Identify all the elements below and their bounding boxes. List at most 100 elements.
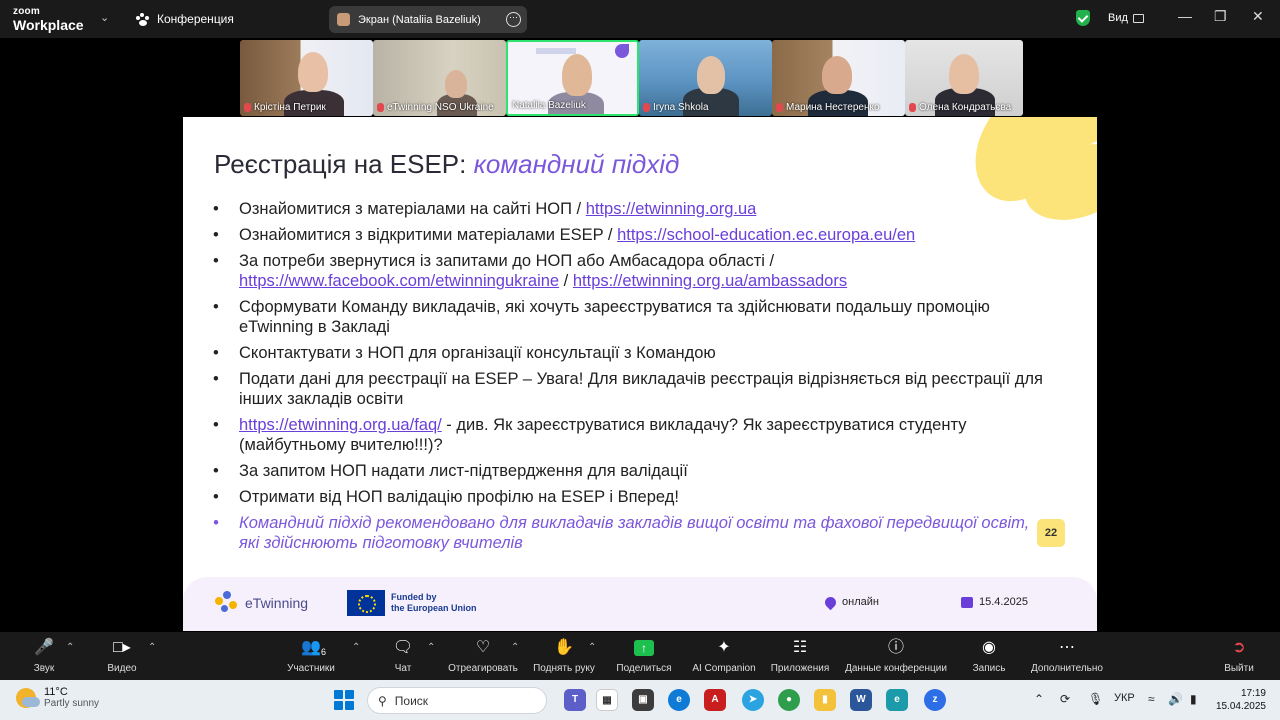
word-icon[interactable]: W [850,689,872,711]
chrome-icon[interactable]: ● [778,689,800,711]
react-button[interactable]: ♡ Отреагировать [446,638,520,674]
chevron-down-icon[interactable]: ⌄ [100,11,109,24]
edge-icon[interactable]: e [668,689,690,711]
audio-button[interactable]: 🎤 Звук [30,638,58,674]
participants-button[interactable]: 👥 6 Участники [284,638,338,674]
partly-sunny-icon [16,687,40,708]
apps-icon: ☷ [792,639,808,656]
shield-icon[interactable] [1076,10,1090,26]
record-button[interactable]: ◉ Запись [970,638,1008,674]
chevron-up-icon[interactable]: ⌃ [588,642,596,653]
chevron-up-icon[interactable]: ⌃ [352,642,360,653]
video-tile-active[interactable]: Nataliia Bazeliuk [506,40,639,116]
language-indicator[interactable]: УКР [1114,692,1135,704]
volume-icon[interactable]: 🔊 [1168,692,1183,706]
link[interactable]: https://etwinning.org.ua [586,200,757,218]
task-view-icon[interactable]: ▦ [596,689,618,711]
ai-label: AI Companion [692,663,756,674]
mic-muted-icon: 🎤 [34,639,54,656]
taskbar-search[interactable]: ⚲ Поиск [367,687,547,714]
meeting-menu[interactable]: Конференция [136,12,234,26]
link[interactable]: https://school-education.ec.europa.eu/en [617,226,915,244]
slide-title-accent: командний підхід [473,149,680,179]
bullet-list: Ознайомитися з матеріалами на сайті НОП … [213,199,1043,559]
zoom-app-icon[interactable]: z [924,689,946,711]
video-tile[interactable]: Iryna Shkola [639,40,772,116]
telegram-icon[interactable]: ➤ [742,689,764,711]
date: 15.04.2025 [1215,701,1266,712]
more-button[interactable]: ⋯ Дополнительно [1028,638,1106,674]
link[interactable]: https://www.facebook.com/etwinningukrain… [239,272,559,290]
audio-label: Звук [33,663,55,674]
share-button[interactable]: ↑ Поделиться [614,638,674,674]
link[interactable]: https://etwinning.org.ua/ambassadors [573,272,847,290]
list-item: Отримати від НОП валідацію профілю на ES… [213,487,1043,507]
close-icon[interactable]: ✕ [1252,8,1264,25]
screen-share-indicator[interactable]: Экран (Nataliia Bazeliuk) ··· [329,6,527,33]
record-icon: ◉ [982,639,996,656]
meeting-toolbar: 🎤 Звук ⌃ □▸ Видео ⌃ 👥 6 Участники ⌃ 🗨 Чат… [0,632,1280,680]
list-item: Ознайомитися з матеріалами на сайті НОП … [213,199,1043,219]
weather-widget[interactable]: 11°C Partly sunny [16,686,99,709]
wifi-icon[interactable]: ≈ [1148,692,1155,706]
battery-icon[interactable]: ▮ [1190,692,1197,706]
etwinning-logo: eTwinning [213,589,308,617]
video-button[interactable]: □▸ Видео [104,638,140,674]
raise-hand-label: Поднять руку [533,663,595,674]
video-tile[interactable]: Марина Нестеренко [772,40,905,116]
sync-icon[interactable]: ⟳ [1060,692,1070,706]
react-label: Отреагировать [448,663,518,674]
folder-icon[interactable]: ▮ [814,689,836,711]
temperature: 11°C [44,686,68,698]
zoom-window: zoom Workplace ⌄ Конференция Экран (Nata… [0,0,1280,720]
sparkle-icon: ✦ [717,639,731,656]
apps-button[interactable]: ☷ Приложения [768,638,832,674]
minimize-icon[interactable]: — [1178,8,1192,24]
chevron-up-icon[interactable]: ⌃ [1034,692,1044,706]
calendar-icon [961,596,973,608]
link[interactable]: https://etwinning.org.ua/faq/ [239,416,442,434]
chevron-up-icon[interactable]: ⌃ [511,642,519,653]
participant-name: Марина Нестеренко [776,102,880,113]
weather-text: Partly sunny [44,698,100,709]
save-icon[interactable]: ▣ [632,689,654,711]
leave-button[interactable]: ➲ Выйти [1222,638,1256,674]
chat-button[interactable]: 🗨 Чат [390,638,416,674]
paw-icon [136,12,150,26]
view-label: Вид [1108,12,1128,24]
mic-muted-icon [244,103,251,112]
video-tile[interactable]: eTwinning NSO Ukraine [373,40,506,116]
zoom-logo: zoom Workplace [13,7,84,33]
view-button[interactable]: Вид [1108,12,1144,24]
apps-label: Приложения [770,663,830,674]
share-label: Поделиться [616,663,672,674]
chat-label: Чат [394,663,412,674]
windows-start-icon[interactable] [334,690,354,710]
chevron-up-icon[interactable]: ⌃ [66,642,74,653]
restore-icon[interactable]: ❐ [1214,8,1227,25]
chevron-up-icon[interactable]: ⌃ [148,642,156,653]
presenter-avatar [337,13,350,26]
teams-icon[interactable]: T [564,689,586,711]
ai-companion-button[interactable]: ✦ AI Companion [690,638,758,674]
video-tile[interactable]: Крістіна Петрик [240,40,373,116]
video-tile[interactable]: Олена Кондратьєва [905,40,1023,116]
info-label: Данные конференции [845,663,947,674]
more-options-icon[interactable]: ··· [506,12,521,27]
clock[interactable]: 17:19 15.04.2025 [1212,687,1266,713]
share-arrow-icon: ↑ [614,638,674,658]
video-strip: Крістіна Петрик eTwinning NSO Ukraine Na… [240,40,1023,116]
mic-icon[interactable]: 🎙 [1088,692,1103,706]
list-item-highlight: Командний підхід рекомендовано для викла… [213,513,1043,553]
browser-e-icon[interactable]: e [886,689,908,711]
mic-muted-icon [643,103,650,112]
slide-title: Реєстрація на ESEP: командний підхід [214,149,679,180]
page-number: 22 [1037,519,1065,547]
mic-muted-icon [909,103,916,112]
screen-share-label: Экран (Nataliia Bazeliuk) [358,13,481,26]
search-placeholder: Поиск [394,693,429,708]
acrobat-icon[interactable]: A [704,689,726,711]
meeting-info-button[interactable]: ⓘ Данные конференции [842,638,950,674]
slide-title-plain: Реєстрація на ESEP: [214,149,474,179]
chevron-up-icon[interactable]: ⌃ [427,642,435,653]
